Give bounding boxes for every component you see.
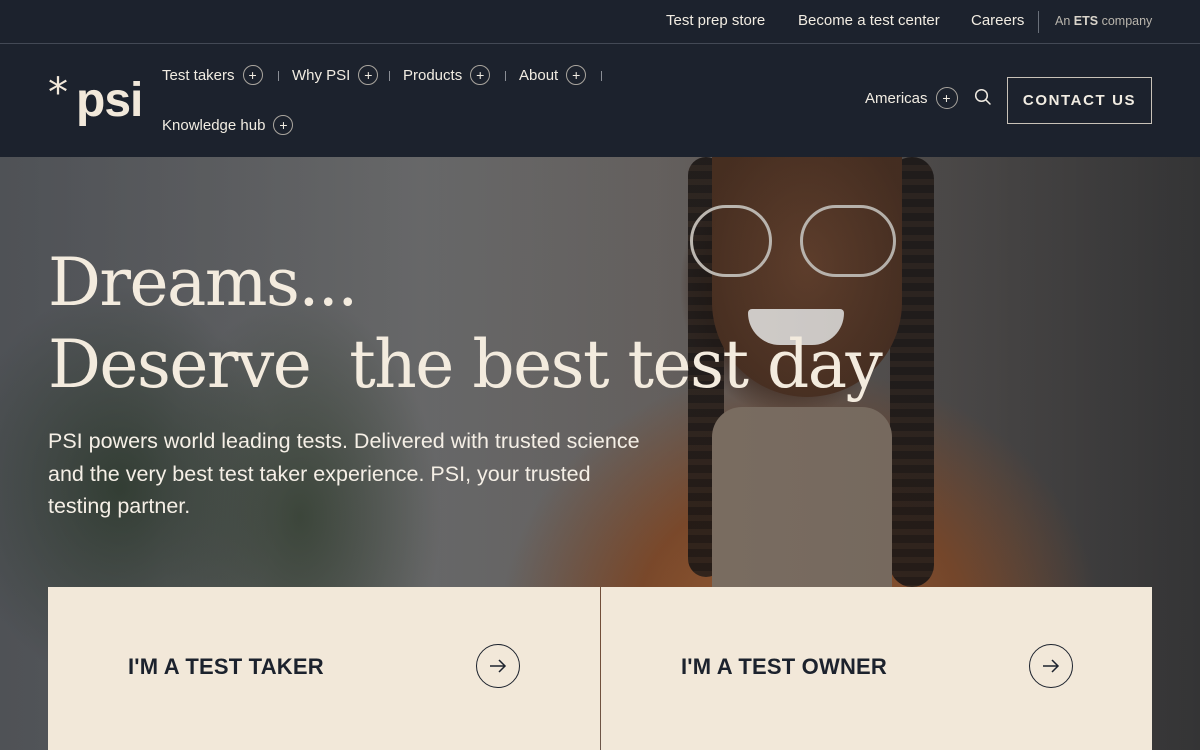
nav-divider [389, 71, 390, 81]
psi-logo[interactable]: * psi [48, 73, 148, 129]
main-nav: * psi Test takers + Why PSI + Products +… [0, 45, 1200, 157]
region-selector[interactable]: Americas + [865, 87, 958, 109]
contact-us-button[interactable]: CONTACT US [1007, 77, 1152, 124]
plus-circle-icon[interactable]: + [358, 65, 379, 85]
ets-prefix: An [1055, 14, 1071, 28]
nav-item-label: About [519, 66, 559, 84]
nav-item-label: Products [403, 66, 463, 84]
nav-item-knowledge-hub[interactable]: Knowledge hub + [162, 115, 294, 135]
ets-brand: ETS [1073, 14, 1099, 28]
become-test-center-link[interactable]: Become a test center [798, 12, 940, 29]
arrow-right-icon[interactable] [1029, 644, 1073, 688]
nav-item-why-psi[interactable]: Why PSI + [292, 65, 379, 85]
utility-bar: Test prep store Become a test center Car… [0, 0, 1200, 44]
plus-circle-icon[interactable]: + [470, 65, 491, 85]
headline-line-2: Deserve the best test day [48, 326, 883, 403]
test-owner-label: I'M A TEST OWNER [681, 654, 888, 679]
careers-link[interactable]: Careers [971, 12, 1024, 29]
plus-circle-icon[interactable]: + [242, 65, 263, 85]
hero-headline: Dreams... Deserve the best test day [48, 242, 883, 406]
ets-suffix: company [1101, 14, 1153, 28]
nav-divider [505, 71, 506, 81]
test-taker-card[interactable]: I'M A TEST TAKER [48, 587, 600, 750]
plus-circle-icon[interactable]: + [566, 65, 587, 85]
search-icon[interactable] [974, 88, 992, 106]
test-prep-store-link[interactable]: Test prep store [666, 12, 765, 29]
hero-subtext: PSI powers world leading tests. Delivere… [48, 429, 640, 518]
test-owner-card[interactable]: I'M A TEST OWNER [601, 587, 1152, 750]
hero-section: Dreams... Deserve the best test day PSI … [0, 157, 1200, 750]
plus-circle-icon[interactable]: + [273, 115, 294, 135]
nav-item-about[interactable]: About + [519, 65, 587, 85]
nav-divider [278, 71, 279, 81]
nav-item-products[interactable]: Products + [403, 65, 491, 85]
nav-item-label: Why PSI [292, 66, 351, 84]
plus-circle-icon[interactable]: + [935, 87, 958, 109]
test-taker-label: I'M A TEST TAKER [128, 654, 324, 679]
nav-item-label: Test takers [162, 66, 235, 84]
logo-wordmark: psi [76, 74, 143, 127]
ets-company-badge: An ETS company [1055, 14, 1152, 28]
nav-divider [601, 71, 602, 81]
utility-divider [1038, 11, 1039, 33]
nav-item-label: Knowledge hub [162, 116, 266, 134]
arrow-right-icon[interactable] [476, 644, 520, 688]
region-label: Americas [865, 89, 928, 107]
logo-asterisk: * [48, 70, 68, 116]
headline-line-1: Dreams... [48, 244, 358, 321]
nav-item-test-takers[interactable]: Test takers + [162, 65, 263, 85]
